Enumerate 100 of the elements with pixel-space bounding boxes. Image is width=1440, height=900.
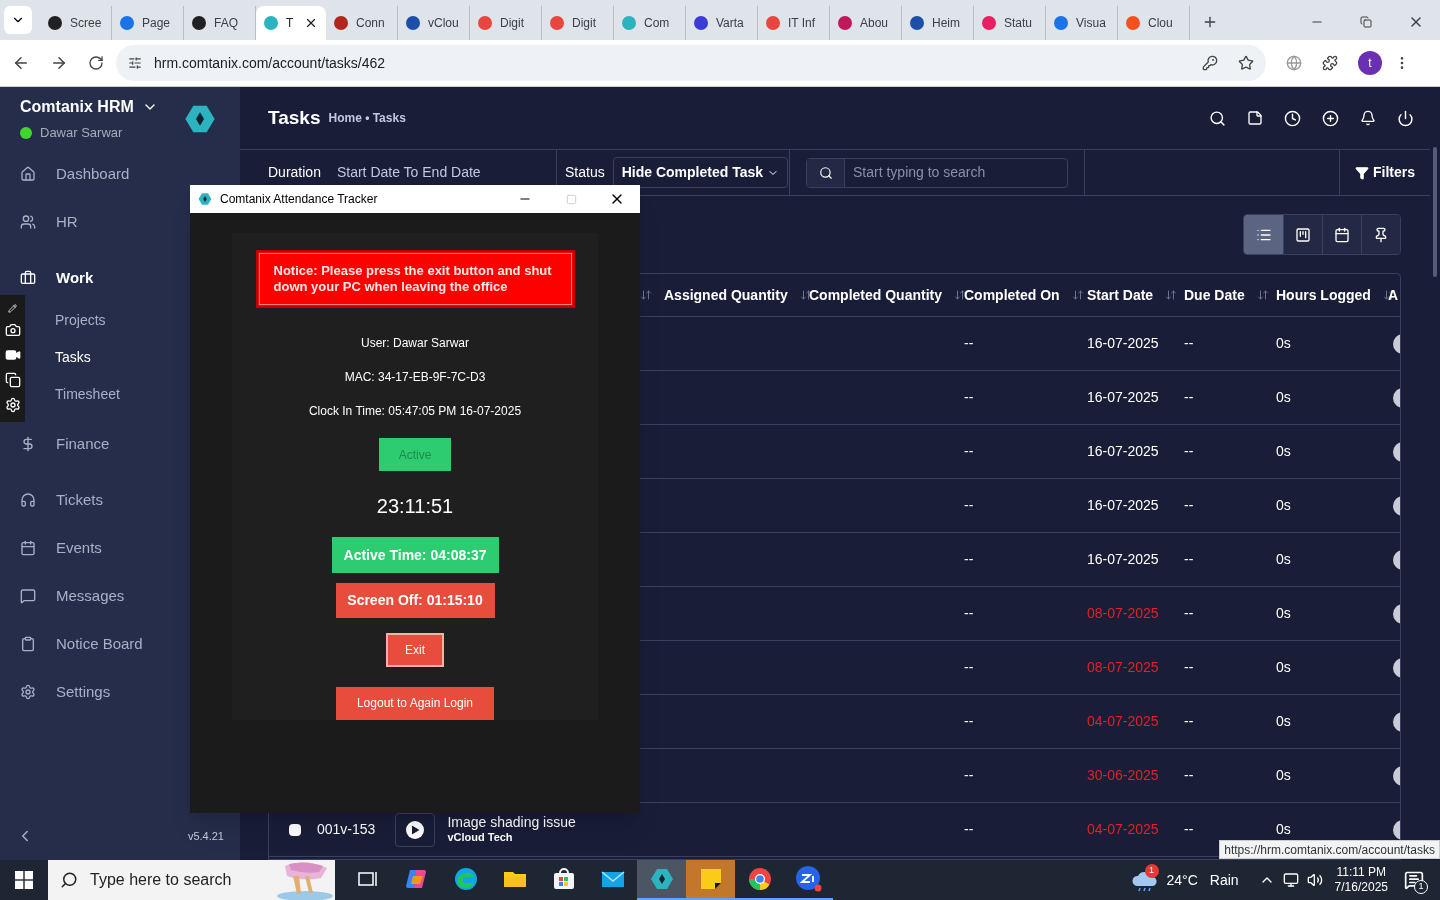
reload-icon[interactable] <box>88 55 104 71</box>
table-cell-text: 0s <box>1276 604 1291 623</box>
temperature-text[interactable]: 24°C <box>1166 869 1198 891</box>
table-cell-text: 0s <box>1276 658 1291 677</box>
start-date-cell-text: 16-07-2025 <box>1087 496 1159 515</box>
maximize-icon <box>565 193 577 205</box>
mac-text: MAC: 34-17-EB-9F-7C-D3 <box>344 369 486 386</box>
pencil-icon[interactable] <box>8 303 17 313</box>
camera-icon[interactable] <box>4 321 21 338</box>
search-field[interactable]: Start typing to search <box>806 157 1068 188</box>
sidebar-item[interactable]: Work <box>0 254 240 302</box>
table-cell-text: -- <box>964 496 974 515</box>
user-text: User: Dawar Sarwar <box>361 335 469 352</box>
globe-icon[interactable] <box>1286 55 1302 71</box>
column-header[interactable]: Due Date <box>1184 284 1245 306</box>
column-header[interactable]: Start Date <box>1087 284 1154 306</box>
logout-button[interactable]: Logout to Again Login <box>336 686 494 720</box>
table-cell-text: -- <box>1184 334 1194 353</box>
clock-in-text: Clock In Time: 05:47:05 PM 16-07-2025 <box>308 403 522 420</box>
date-range-picker[interactable]: Start Date To End Date <box>336 162 481 183</box>
sidebar-item[interactable]: Events <box>0 524 240 572</box>
start-date-cell-text: 16-07-2025 <box>1087 442 1159 461</box>
users-icon <box>20 214 36 230</box>
pin-button[interactable] <box>1361 215 1400 254</box>
table-cell-text: -- <box>964 442 974 461</box>
table-cell-text: -- <box>1184 712 1194 731</box>
pin-icon <box>1373 226 1389 243</box>
sticky-note-icon <box>698 867 723 891</box>
window-title: Comtanix Attendance Tracker <box>220 191 378 208</box>
start-date-cell-text: 08-07-2025 <box>1087 604 1159 623</box>
weather-condition[interactable]: Rain <box>1209 869 1239 891</box>
row-checkbox[interactable] <box>289 823 301 836</box>
profile-avatar[interactable]: t <box>1358 51 1382 75</box>
weather-badge: 1 <box>1144 864 1159 878</box>
logout-icon[interactable] <box>1397 109 1414 127</box>
sort-icon[interactable] <box>954 289 966 301</box>
table-cell-text: -- <box>1184 388 1194 407</box>
volume-icon[interactable] <box>1306 872 1323 888</box>
sidebar-item[interactable]: Tickets <box>0 476 240 524</box>
clock-icon[interactable] <box>1284 109 1301 127</box>
key-icon[interactable] <box>1202 55 1218 71</box>
new-tab-icon[interactable] <box>1202 14 1218 30</box>
list-view-button[interactable] <box>1244 215 1283 254</box>
table-cell-text: -- <box>964 388 974 407</box>
address-bar[interactable]: hrm.comtanix.com/account/tasks/462 <box>116 45 1266 81</box>
add-icon[interactable] <box>1322 109 1339 127</box>
close-tab-icon[interactable] <box>304 16 318 30</box>
table-cell-text: 0s <box>1276 712 1291 731</box>
chrome-icon <box>746 866 773 892</box>
column-header[interactable]: Assigned Quantity <box>664 284 788 306</box>
clock-time[interactable]: 11:11 PM <box>1336 865 1387 880</box>
column-header[interactable]: A <box>1388 284 1399 306</box>
back-icon[interactable] <box>12 54 30 72</box>
table-cell-text: 0s <box>1276 496 1291 515</box>
app-icon <box>198 192 212 206</box>
task-name[interactable]: Image shading issue <box>447 813 576 832</box>
notification-center-icon[interactable] <box>1404 870 1424 890</box>
table-cell-text: -- <box>964 604 974 623</box>
notifications-icon[interactable] <box>1360 110 1376 126</box>
filter-icon <box>1355 165 1369 180</box>
table-cell-text: -- <box>964 334 974 353</box>
sidebar-item[interactable]: Finance <box>0 420 240 468</box>
table-cell-text: 0s <box>1276 550 1291 569</box>
column-header[interactable]: Completed Quantity <box>809 284 942 306</box>
restore-icon[interactable] <box>1360 16 1372 28</box>
duration-label: Duration <box>268 163 321 182</box>
note-icon[interactable] <box>1247 110 1263 126</box>
exit-button[interactable]: Exit <box>386 633 444 667</box>
taskbar-search-field[interactable]: Type here to search <box>48 860 335 900</box>
clock-date[interactable]: 7/16/2025 <box>1334 880 1388 895</box>
sidebar-item[interactable]: Notice Board <box>0 620 240 668</box>
table-cell-text: -- <box>964 712 974 731</box>
search-icon[interactable] <box>1209 109 1226 127</box>
browser-tab[interactable]: T <box>256 6 326 40</box>
filters-button[interactable]: Filters <box>1355 162 1415 183</box>
start-date-cell-text: 04-07-2025 <box>1087 712 1159 731</box>
site-info-icon[interactable] <box>128 56 142 70</box>
extensions-icon[interactable] <box>1322 55 1338 71</box>
sidebar-item[interactable]: Messages <box>0 572 240 620</box>
windows-icon[interactable] <box>4 372 21 389</box>
network-icon[interactable] <box>1282 872 1299 888</box>
page-title: Tasks <box>268 105 321 130</box>
calendar-icon <box>20 540 36 556</box>
settings-icon[interactable] <box>4 397 21 414</box>
windows-start-icon[interactable] <box>15 871 33 889</box>
column-header[interactable]: Hours Logged <box>1276 284 1371 306</box>
version-text: v5.4.21 <box>187 828 224 844</box>
sidebar-item[interactable]: Settings <box>0 668 240 716</box>
table-cell-text: -- <box>1184 658 1194 677</box>
forward-icon[interactable] <box>50 54 68 72</box>
table-cell-text: -- <box>1184 496 1194 515</box>
table-cell-text: 0s <box>1276 388 1291 407</box>
start-date-cell-text: 04-07-2025 <box>1087 820 1159 839</box>
table-cell-text: -- <box>1184 442 1194 461</box>
kanban-view-button[interactable] <box>1283 215 1322 254</box>
table-cell-text: 0s <box>1276 442 1291 461</box>
table-cell-text: 0s <box>1276 334 1291 353</box>
column-header[interactable]: Completed On <box>964 284 1060 306</box>
bookmark-star-icon[interactable] <box>1238 55 1254 71</box>
calendar-view-button[interactable] <box>1322 215 1361 254</box>
